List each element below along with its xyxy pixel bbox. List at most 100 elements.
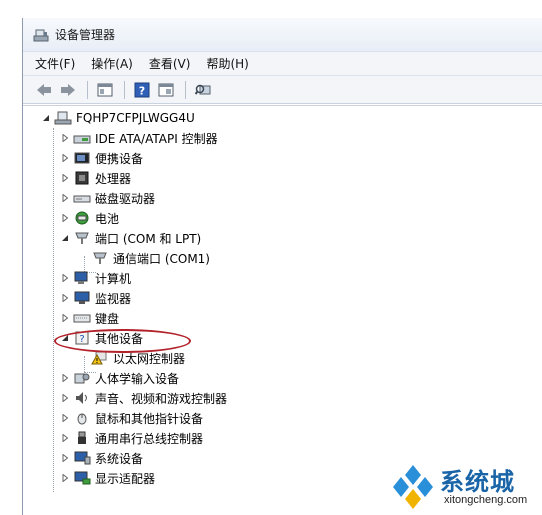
tree-item[interactable]: 键盘: [59, 308, 119, 328]
show-hide-tree-button[interactable]: [94, 80, 116, 100]
tree-item[interactable]: 鼠标和其他指针设备: [59, 408, 203, 428]
tree-item-label: 声音、视频和游戏控制器: [95, 391, 228, 406]
tree-item-label: 人体学输入设备: [95, 371, 180, 386]
highlight-ellipse: [54, 329, 191, 353]
port-icon: [91, 250, 109, 266]
scan-hardware-button[interactable]: [192, 80, 214, 100]
usb-icon: [73, 430, 91, 446]
tree-item[interactable]: 电池: [59, 208, 119, 228]
tree-item-label: 便携设备: [95, 151, 144, 166]
tree-item[interactable]: 系统设备: [59, 448, 143, 468]
menu-bar: 文件(F) 操作(A) 查看(V) 帮助(H): [23, 52, 542, 76]
hid-icon: [73, 370, 91, 386]
expand-arrow-icon[interactable]: [59, 452, 71, 464]
tree-item[interactable]: IDE ATA/ATAPI 控制器: [59, 128, 218, 148]
tree-item-label: 系统设备: [95, 451, 144, 466]
tree-item[interactable]: 监视器: [59, 288, 131, 308]
tree-item-label: 监视器: [95, 291, 132, 306]
window-title: 设备管理器: [55, 28, 116, 42]
display-adapter-icon: [73, 470, 91, 486]
expand-arrow-icon[interactable]: [59, 392, 71, 404]
tree-item[interactable]: 端口 (COM 和 LPT): [59, 228, 201, 248]
expand-arrow-icon[interactable]: [59, 412, 71, 424]
menu-file[interactable]: 文件(F): [35, 55, 75, 72]
toolbar-separator: [185, 80, 186, 99]
tree-item[interactable]: 显示适配器: [59, 468, 155, 488]
tree-item-label: 电池: [95, 211, 120, 226]
forward-button[interactable]: [57, 80, 79, 100]
expand-arrow-icon[interactable]: [59, 472, 71, 484]
computer-icon: [73, 270, 91, 286]
tree-item-label: 处理器: [95, 171, 132, 186]
tree-item-label: 通用串行总线控制器: [95, 431, 204, 446]
tree-item-label: 鼠标和其他指针设备: [95, 411, 204, 426]
tree-root[interactable]: FQHP7CFPJLWGG4U: [40, 108, 195, 128]
device-tree: FQHP7CFPJLWGG4U IDE ATA/ATAPI 控制器 便携设备 处…: [23, 105, 542, 515]
expand-arrow-icon[interactable]: [59, 212, 71, 224]
expand-arrow-icon[interactable]: [59, 272, 71, 284]
tree-item-label: 显示适配器: [95, 471, 156, 486]
tree-item[interactable]: 处理器: [59, 168, 131, 188]
help-button[interactable]: ?: [131, 80, 153, 100]
tree-item[interactable]: 通信端口 (COM1): [91, 248, 210, 268]
tree-item[interactable]: 计算机: [59, 268, 131, 288]
tree-item[interactable]: 声音、视频和游戏控制器: [59, 388, 227, 408]
back-arrow-icon: [37, 83, 51, 96]
expand-arrow-icon[interactable]: [59, 172, 71, 184]
sound-icon: [73, 390, 91, 406]
expand-arrow-icon[interactable]: [59, 152, 71, 164]
keyboard-icon: [73, 310, 91, 326]
forward-arrow-icon: [61, 83, 75, 96]
disk-drive-icon: [73, 190, 91, 206]
tree-item[interactable]: 人体学输入设备: [59, 368, 179, 388]
computer-root-icon: [54, 110, 72, 126]
monitor-icon: [73, 290, 91, 306]
watermark: 系统城 xitongcheng.com: [388, 460, 542, 515]
toolbar: ?: [23, 76, 542, 104]
tree-root-label: FQHP7CFPJLWGG4U: [76, 111, 195, 125]
tree-item[interactable]: 通用串行总线控制器: [59, 428, 203, 448]
tree-item-label: 键盘: [95, 311, 120, 326]
port-icon: [73, 230, 91, 246]
device-manager-icon: [33, 29, 49, 41]
back-button[interactable]: [33, 80, 55, 100]
portable-device-icon: [73, 150, 91, 166]
expand-arrow-icon[interactable]: [59, 372, 71, 384]
tree-item-label: 通信端口 (COM1): [113, 251, 210, 266]
scan-hardware-icon: [195, 84, 211, 95]
mouse-icon: [73, 410, 91, 426]
tree-item-label: 计算机: [95, 271, 132, 286]
console-tree-icon: [97, 83, 113, 96]
xitongcheng-logo-icon: [393, 465, 433, 509]
collapse-arrow-icon[interactable]: [59, 232, 71, 244]
collapse-arrow-icon[interactable]: [40, 112, 52, 124]
tree-item[interactable]: 磁盘驱动器: [59, 188, 155, 208]
toolbar-separator: [87, 80, 88, 99]
expand-arrow-icon[interactable]: [59, 132, 71, 144]
tree-item-label: IDE ATA/ATAPI 控制器: [95, 131, 218, 146]
svg-text:?: ?: [139, 84, 145, 97]
title-bar: 设备管理器: [23, 18, 542, 52]
properties-button[interactable]: [155, 80, 177, 100]
watermark-url: xitongcheng.com: [444, 494, 528, 506]
help-icon: ?: [134, 82, 150, 97]
ide-controller-icon: [73, 130, 91, 146]
expand-arrow-icon[interactable]: [59, 312, 71, 324]
menu-help[interactable]: 帮助(H): [206, 55, 248, 72]
expand-arrow-icon[interactable]: [59, 432, 71, 444]
tree-item-label: 磁盘驱动器: [95, 191, 156, 206]
menu-view[interactable]: 查看(V): [149, 55, 191, 72]
properties-icon: [158, 83, 174, 96]
watermark-brand: 系统城: [440, 468, 515, 496]
battery-icon: [73, 210, 91, 226]
tree-item-label: 端口 (COM 和 LPT): [95, 231, 202, 246]
processor-icon: [73, 170, 91, 186]
expand-arrow-icon[interactable]: [59, 192, 71, 204]
toolbar-separator: [124, 80, 125, 99]
device-manager-window: 设备管理器 文件(F) 操作(A) 查看(V) 帮助(H) ? FQHP7CFP…: [22, 18, 542, 515]
tree-item[interactable]: 便携设备: [59, 148, 143, 168]
menu-action[interactable]: 操作(A): [91, 55, 133, 72]
expand-arrow-icon[interactable]: [59, 292, 71, 304]
system-device-icon: [73, 450, 91, 466]
tree-connector: [53, 128, 54, 492]
